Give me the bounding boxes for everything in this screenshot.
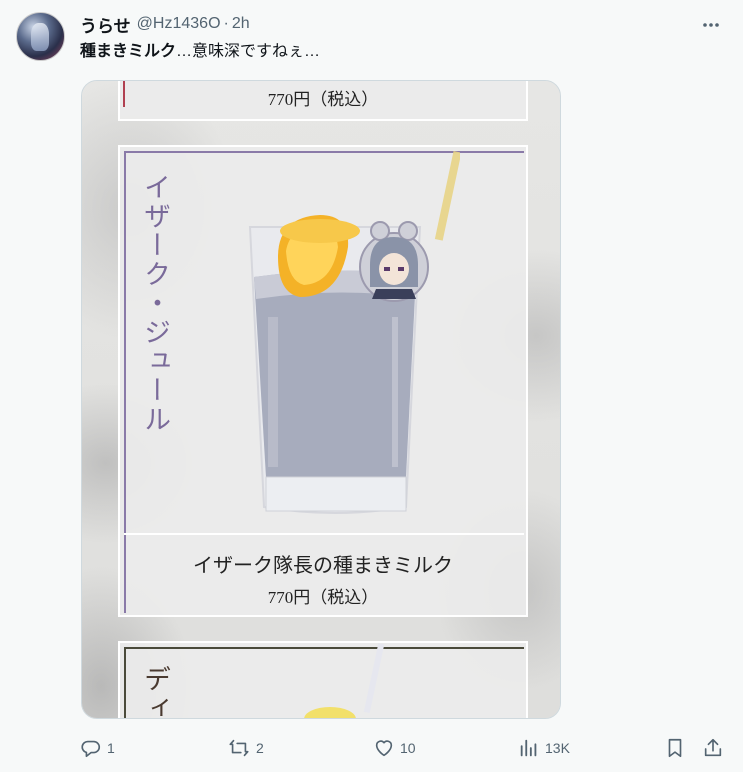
- tweet-text: 種まきミルク…意味深ですねぇ…: [80, 40, 320, 64]
- like-count: 10: [400, 740, 416, 756]
- menu-card: イザーク・ジュール イザーク隊長の種まきミルク 770円（税込）: [118, 145, 528, 617]
- post-time[interactable]: 2h: [232, 15, 250, 33]
- repost-count: 2: [256, 740, 264, 756]
- previous-item-price: 770円（税込）: [267, 90, 379, 109]
- reply-count: 1: [107, 740, 115, 756]
- avatar[interactable]: [16, 12, 65, 61]
- repost-button[interactable]: 2: [227, 735, 264, 761]
- views-button[interactable]: 13K: [518, 735, 570, 761]
- separator-dot: ·: [223, 15, 229, 32]
- card-divider: [124, 533, 524, 535]
- item-price: 770円（税込）: [267, 588, 379, 607]
- bookmark-button[interactable]: [664, 735, 686, 761]
- tweet-header: うらせ @Hz1436O · 2h: [80, 12, 250, 37]
- like-button[interactable]: 10: [373, 735, 416, 761]
- heart-icon: [375, 740, 393, 757]
- media-image[interactable]: 770円（税込） イザーク・ジュール イザーク隊長の種まきミルク 770円（税込…: [81, 80, 561, 719]
- more-options-icon[interactable]: [699, 13, 723, 37]
- tweet-text-rest: …意味深ですねぇ…: [176, 43, 321, 60]
- reply-button[interactable]: 1: [80, 735, 115, 761]
- bookmark-icon: [668, 738, 682, 758]
- display-name[interactable]: うらせ: [80, 12, 131, 37]
- analytics-icon: [520, 739, 537, 757]
- reply-icon: [81, 740, 100, 758]
- views-count: 13K: [545, 740, 570, 756]
- repost-icon: [229, 739, 249, 757]
- tweet: うらせ @Hz1436O · 2h 種まきミルク…意味深ですねぇ… 770円（税…: [0, 0, 743, 772]
- action-bar: 1 2 10 13K: [80, 735, 730, 761]
- previous-menu-card: 770円（税込）: [118, 81, 528, 121]
- share-button[interactable]: [702, 735, 724, 761]
- next-menu-card: ディ: [118, 641, 528, 719]
- tweet-text-bold: 種まきミルク: [80, 43, 177, 60]
- user-handle[interactable]: @Hz1436O: [137, 15, 221, 33]
- next-character-name-vertical: ディ: [140, 665, 170, 719]
- next-drink-partial: [304, 643, 385, 718]
- item-name: イザーク隊長の種まきミルク: [193, 555, 453, 577]
- character-name-vertical: イザーク・ジュール: [140, 173, 170, 434]
- share-icon: [704, 738, 722, 757]
- drink-glass-illustration: [248, 150, 460, 514]
